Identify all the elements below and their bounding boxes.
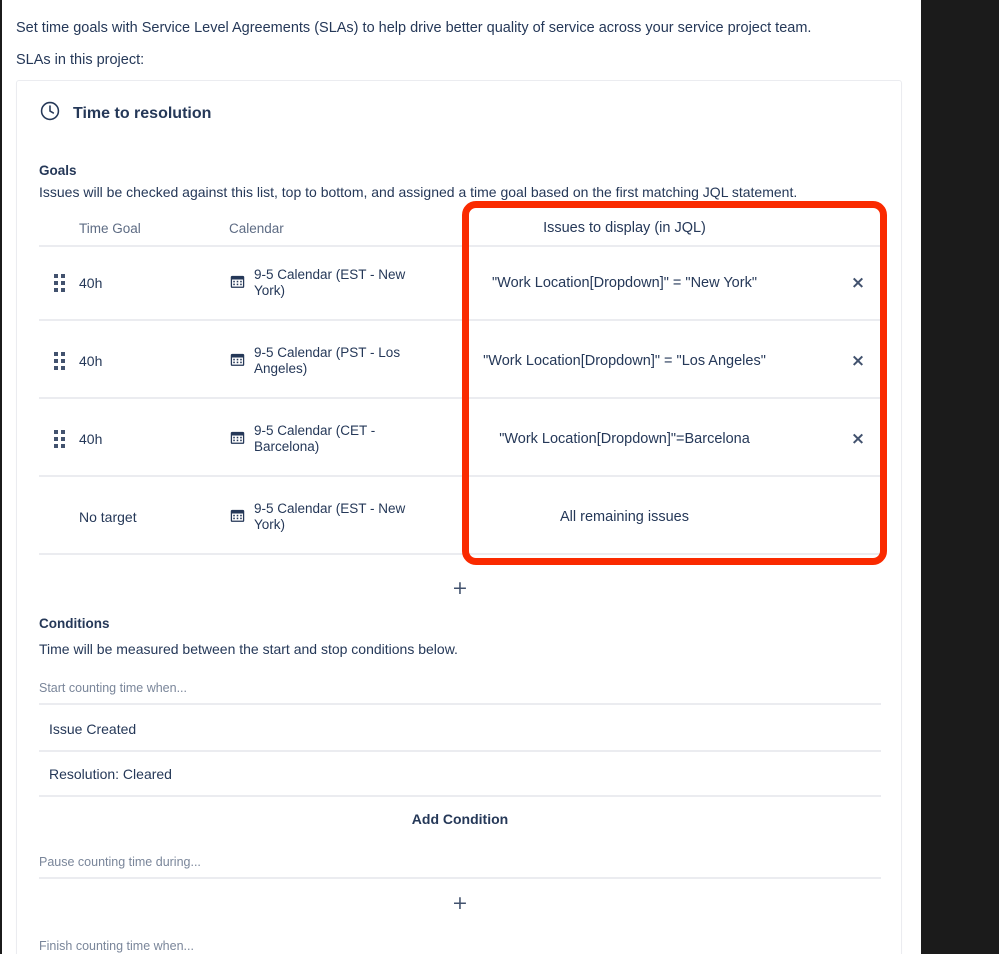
calendar-icon xyxy=(229,429,246,449)
pause-counting-label: Pause counting time during... xyxy=(39,855,201,869)
remove-goal-button[interactable]: × xyxy=(835,274,881,292)
sla-card: Time to resolution Goals Issues will be … xyxy=(16,80,902,954)
goal-jql-value[interactable]: "Work Location[Dropdown]" = "New York" xyxy=(414,275,835,291)
add-goal-button[interactable]: + xyxy=(39,577,881,599)
header-calendar: Calendar xyxy=(229,221,284,236)
start-condition-item-1[interactable]: Resolution: Cleared xyxy=(39,753,881,797)
goal-calendar-label: 9-5 Calendar (EST - New York) xyxy=(254,501,406,532)
start-condition-label-0: Issue Created xyxy=(49,721,137,737)
sla-title: Time to resolution xyxy=(73,104,212,122)
goal-calendar-value[interactable]: 9-5 Calendar (CET - Barcelona) xyxy=(229,423,414,455)
goals-table-header: Time Goal Calendar Issues to display (in… xyxy=(39,203,881,247)
clock-icon xyxy=(39,100,61,127)
pause-section-divider xyxy=(39,877,881,879)
goal-time-value[interactable]: No target xyxy=(79,509,229,525)
goal-calendar-label: 9-5 Calendar (CET - Barcelona) xyxy=(254,423,376,454)
header-time-goal: Time Goal xyxy=(79,221,141,236)
goal-row: No target 9-5 Calendar (EST - New York) Al… xyxy=(39,481,881,555)
goal-time-value[interactable]: 40h xyxy=(79,353,229,369)
finish-counting-label: Finish counting time when... xyxy=(39,939,194,953)
header-spacer-remove xyxy=(835,236,881,245)
goals-row-list: 40h 9-5 Calendar (EST - New York) "Work Lo… xyxy=(39,247,881,555)
goal-time-value[interactable]: 40h xyxy=(79,431,229,447)
remove-goal-button[interactable]: × xyxy=(835,430,881,448)
intro-description: Set time goals with Service Level Agreem… xyxy=(16,20,812,36)
drag-handle-icon[interactable] xyxy=(39,274,79,292)
header-spacer-drag xyxy=(39,236,79,245)
calendar-icon xyxy=(229,351,246,371)
close-icon[interactable]: × xyxy=(851,430,865,448)
start-counting-label: Start counting time when... xyxy=(39,681,187,695)
drag-handle-icon[interactable] xyxy=(39,430,79,448)
goal-row: 40h 9-5 Calendar (EST - New York) "Work Lo… xyxy=(39,247,881,321)
goals-table: Time Goal Calendar Issues to display (in… xyxy=(39,203,881,555)
goal-jql-value[interactable]: "Work Location[Dropdown]" = "Los Angeles… xyxy=(414,353,835,369)
start-condition-item-0[interactable]: Issue Created xyxy=(39,708,881,752)
goal-calendar-label: 9-5 Calendar (EST - New York) xyxy=(254,267,406,298)
goals-heading: Goals xyxy=(39,163,77,178)
calendar-icon xyxy=(229,507,246,527)
slas-in-project-label: SLAs in this project: xyxy=(16,52,145,68)
drag-handle-icon[interactable] xyxy=(39,352,79,370)
goal-row: 40h 9-5 Calendar (PST - Los Angeles) "Work… xyxy=(39,325,881,399)
header-jql: Issues to display (in JQL) xyxy=(543,220,706,236)
close-icon[interactable]: × xyxy=(851,274,865,292)
conditions-description: Time will be measured between the start … xyxy=(39,641,458,657)
goal-row: 40h 9-5 Calendar (CET - Barcelona) "Work L… xyxy=(39,403,881,477)
goal-calendar-value[interactable]: 9-5 Calendar (EST - New York) xyxy=(229,267,414,299)
sla-card-header: Time to resolution xyxy=(39,100,211,127)
calendar-icon xyxy=(229,273,246,293)
close-icon[interactable]: × xyxy=(851,352,865,370)
goal-jql-value[interactable]: "Work Location[Dropdown]"=Barcelona xyxy=(414,431,835,447)
goals-description: Issues will be checked against this list… xyxy=(39,184,798,200)
add-condition-button[interactable]: Add Condition xyxy=(39,811,881,827)
remove-goal-button[interactable]: × xyxy=(835,352,881,370)
goal-calendar-label: 9-5 Calendar (PST - Los Angeles) xyxy=(254,345,401,376)
goal-time-value[interactable]: 40h xyxy=(79,275,229,291)
goal-jql-value[interactable]: All remaining issues xyxy=(414,509,835,525)
start-condition-label-1: Resolution: Cleared xyxy=(49,766,172,782)
screenshot-root: Set time goals with Service Level Agreem… xyxy=(0,0,999,954)
add-pause-condition-button[interactable]: + xyxy=(39,892,881,914)
start-section-divider xyxy=(39,703,881,705)
settings-page: Set time goals with Service Level Agreem… xyxy=(2,0,921,954)
conditions-heading: Conditions xyxy=(39,616,110,631)
goal-calendar-value[interactable]: 9-5 Calendar (EST - New York) xyxy=(229,501,414,533)
goal-calendar-value[interactable]: 9-5 Calendar (PST - Los Angeles) xyxy=(229,345,414,377)
outside-viewport-area xyxy=(921,0,999,954)
